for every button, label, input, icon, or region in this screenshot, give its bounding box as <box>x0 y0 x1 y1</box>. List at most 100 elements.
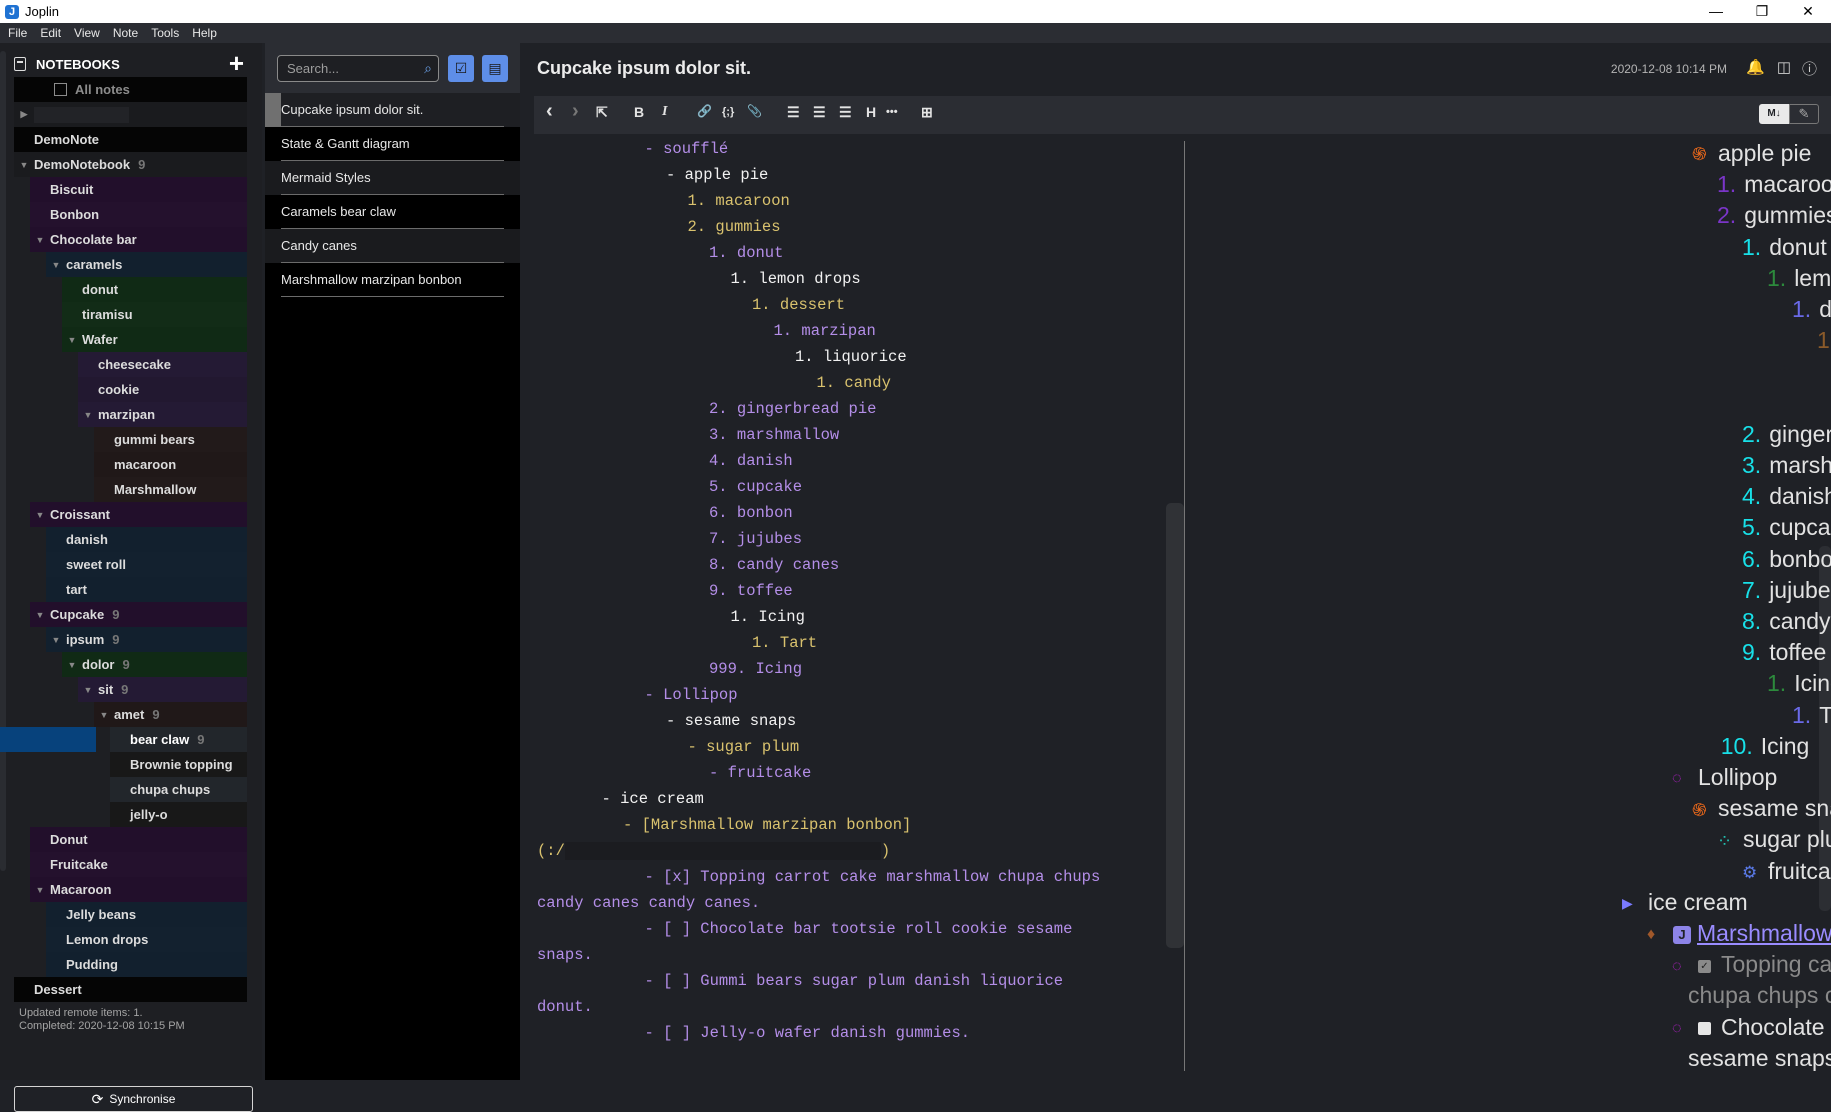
note-title[interactable]: Cupcake ipsum dolor sit. <box>537 58 751 79</box>
notebook-item[interactable]: ▼ amet 9 <box>94 702 247 727</box>
new-note-button[interactable]: ▤ <box>482 55 508 82</box>
bulleted-list-icon[interactable]: ☰ <box>813 104 826 121</box>
minimize-button[interactable]: — <box>1693 0 1739 23</box>
code-icon[interactable]: {;} <box>722 106 734 118</box>
layout-toggle-icon[interactable]: ◫ <box>1777 58 1791 76</box>
notebook-item[interactable]: jelly-o <box>110 802 247 827</box>
notebook-item[interactable]: Dessert <box>14 977 247 1002</box>
notebook-item[interactable]: ▼ Wafer <box>62 327 247 352</box>
expand-caret-icon[interactable]: ▼ <box>30 610 50 620</box>
checklist-icon[interactable]: ☰ <box>839 104 852 121</box>
menu-view[interactable]: View <box>74 26 100 40</box>
new-todo-button[interactable]: ☑ <box>448 55 474 82</box>
editor-preview-divider[interactable] <box>1184 141 1185 1071</box>
notebook-item[interactable]: Jelly beans <box>46 902 247 927</box>
bold-icon[interactable]: B <box>634 104 644 120</box>
menu-edit[interactable]: Edit <box>40 26 61 40</box>
notebook-item[interactable]: Fruitcake <box>30 852 247 877</box>
notebook-item[interactable]: Pudding <box>46 952 247 977</box>
markdown-view-button[interactable]: M↓ <box>1759 104 1789 124</box>
external-edit-icon[interactable]: ⇱ <box>596 104 608 121</box>
expand-caret-icon[interactable]: ▼ <box>14 160 34 170</box>
expand-caret-icon[interactable]: ▼ <box>30 510 50 520</box>
note-list-item[interactable]: Mermaid Styles <box>265 161 520 195</box>
forward-icon[interactable]: › <box>572 100 579 123</box>
menu-note[interactable]: Note <box>113 26 138 40</box>
notebook-item[interactable]: cheesecake <box>78 352 247 377</box>
attach-icon[interactable]: 📎 <box>747 104 762 118</box>
note-list-item[interactable]: Candy canes <box>265 229 520 263</box>
editor-scrollbar[interactable] <box>1166 503 1184 948</box>
insert-datetime-icon[interactable]: ⊞ <box>921 104 933 121</box>
notebook-item[interactable]: ▼ marzipan <box>78 402 247 427</box>
notebook-item[interactable]: gummi bears <box>94 427 247 452</box>
notebook-item[interactable]: chupa chups <box>110 777 247 802</box>
notebook-item[interactable]: Lemon drops <box>46 927 247 952</box>
info-icon[interactable]: ⓘ <box>1802 58 1817 79</box>
horizontal-rule-icon[interactable]: ••• <box>886 106 898 118</box>
expand-caret-icon[interactable]: ▼ <box>46 635 66 645</box>
notebook-item[interactable]: Biscuit <box>30 177 247 202</box>
notebook-item[interactable]: Bonbon <box>30 202 247 227</box>
note-list-item[interactable]: Marshmallow marzipan bonbon <box>265 263 520 297</box>
italic-icon[interactable]: I <box>662 104 667 120</box>
alarm-icon[interactable]: 🔔 <box>1746 58 1765 76</box>
expand-caret-icon[interactable]: ▼ <box>30 235 50 245</box>
notebook-item[interactable]: macaroon <box>94 452 247 477</box>
add-notebook-button[interactable]: + <box>229 50 244 76</box>
search-icon[interactable]: ⌕ <box>424 56 432 81</box>
search-input[interactable]: Search... ⌕ <box>277 55 439 82</box>
notebook-item[interactable]: ▼ dolor 9 <box>62 652 247 677</box>
notebook-item[interactable]: Brownie topping <box>110 752 247 777</box>
link-icon[interactable]: 🔗 <box>697 104 712 118</box>
note-list-item[interactable]: Cupcake ipsum dolor sit. <box>265 93 520 127</box>
notebook-item[interactable]: ▶ <box>14 102 247 127</box>
checkbox-unchecked[interactable] <box>1698 1022 1711 1036</box>
numbered-list-icon[interactable]: ☰ <box>787 104 800 121</box>
notebook-item[interactable]: ▼ Croissant <box>30 502 247 527</box>
notebook-item[interactable]: ▼ caramels <box>46 252 247 277</box>
synchronise-button[interactable]: ⟳ Synchronise <box>14 1086 253 1112</box>
heading-icon[interactable]: H <box>866 104 876 120</box>
notebook-item[interactable]: bear claw 9 <box>0 727 247 752</box>
expand-caret-icon[interactable]: ▼ <box>62 660 82 670</box>
expand-caret-icon[interactable]: ▼ <box>30 885 50 895</box>
notebook-item[interactable]: ▼ Macaroon <box>30 877 247 902</box>
expand-caret-icon[interactable]: ▼ <box>78 410 98 420</box>
notebook-item[interactable]: ▼ Cupcake 9 <box>30 602 247 627</box>
checkbox-checked[interactable]: ✓ <box>1698 959 1711 973</box>
restore-button[interactable]: ❐ <box>1739 0 1785 23</box>
notebook-item[interactable]: ▼ Chocolate bar <box>30 227 247 252</box>
notebook-item[interactable]: tiramisu <box>62 302 247 327</box>
close-button[interactable]: ✕ <box>1785 0 1831 23</box>
note-list-item[interactable]: State & Gantt diagram <box>265 127 520 161</box>
rich-text-button[interactable]: ✎ <box>1789 104 1819 124</box>
markdown-editor[interactable]: - soufflé - apple pie 1. macaroon 2. gummie… <box>537 136 1197 1080</box>
expand-caret-icon[interactable]: ▼ <box>46 260 66 270</box>
editor-line-text: - Lollipop <box>644 686 738 704</box>
note-list-item[interactable]: Caramels bear claw <box>265 195 520 229</box>
editor-line: 3. marshmallow <box>537 422 1197 448</box>
notebook-item[interactable]: Marshmallow <box>94 477 247 502</box>
notebook-item[interactable]: cookie <box>78 377 247 402</box>
notebook-item[interactable]: danish <box>46 527 247 552</box>
notebook-item[interactable]: Donut <box>30 827 247 852</box>
notebook-item[interactable]: DemoNote <box>14 127 247 152</box>
notebook-item[interactable]: ▼ sit 9 <box>78 677 247 702</box>
notebook-item[interactable]: donut <box>62 277 247 302</box>
all-notes-item[interactable]: All notes <box>14 77 247 102</box>
notebook-item[interactable]: ▼ ipsum 9 <box>46 627 247 652</box>
menu-help[interactable]: Help <box>192 26 217 40</box>
expand-caret-icon[interactable]: ▼ <box>78 685 98 695</box>
expand-caret-icon[interactable]: ▼ <box>94 710 114 720</box>
menu-file[interactable]: File <box>8 26 27 40</box>
note-link[interactable]: Marshmallow marzipan bonbon <box>1697 920 1831 946</box>
expand-caret-icon[interactable]: ▼ <box>62 335 82 345</box>
preview-list-item: 2. gingerbread pie <box>1742 419 1831 450</box>
collapse-caret-icon[interactable]: ▶ <box>14 109 34 120</box>
notebook-item[interactable]: ▼ DemoNotebook 9 <box>14 152 247 177</box>
notebook-item[interactable]: sweet roll <box>46 552 247 577</box>
menu-tools[interactable]: Tools <box>151 26 179 40</box>
back-icon[interactable]: ‹ <box>546 100 553 123</box>
notebook-item[interactable]: tart <box>46 577 247 602</box>
